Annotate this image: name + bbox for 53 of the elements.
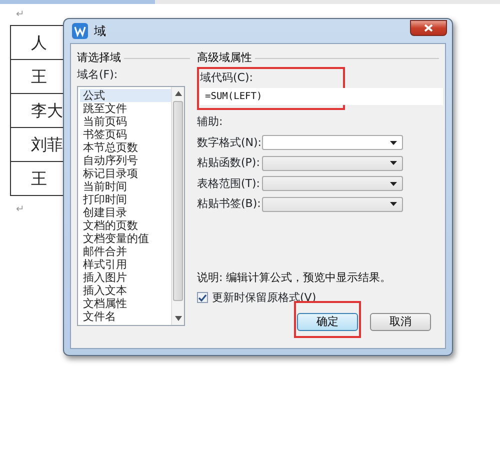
list-item[interactable]: 文档属性 <box>80 297 171 310</box>
table-cell-text: 刘菲 <box>31 134 63 156</box>
close-icon <box>424 24 433 32</box>
dialog-button[interactable]: 确定 <box>297 313 358 331</box>
list-item[interactable]: 书签页码 <box>80 128 171 141</box>
list-item[interactable]: 文件名 <box>80 310 171 323</box>
list-item[interactable]: 本节总页数 <box>80 141 171 154</box>
table-cell-text: 李大 <box>31 100 63 122</box>
caret-icon <box>390 161 397 166</box>
dialog-button[interactable]: 取消 <box>370 313 431 331</box>
list-item[interactable]: 打印时间 <box>80 193 171 206</box>
list-item[interactable]: 邮件合并 <box>80 245 171 258</box>
list-item[interactable]: 插入图片 <box>80 271 171 284</box>
group-title: 请选择域 <box>77 50 121 66</box>
scroll-thumb[interactable] <box>173 101 183 301</box>
field-label: 粘贴函数(P): <box>197 155 261 171</box>
list-item[interactable]: 跳至文件 <box>80 102 171 115</box>
list-item[interactable]: 插入文本 <box>80 284 171 297</box>
field-label: 表格范围(T): <box>197 176 262 192</box>
section-label: 辅助: <box>197 114 224 130</box>
code-field[interactable]: =SUM(LEFT) <box>200 88 443 105</box>
group-title: 高级域属性 <box>197 50 252 66</box>
table-cell-text: 王 <box>31 66 47 88</box>
caret-icon <box>390 140 397 145</box>
field-label: 数字格式(N): <box>197 134 262 150</box>
list-item[interactable]: 创建目录 <box>80 206 171 219</box>
list-item[interactable]: 公式 <box>80 89 171 102</box>
table-cell-text: 王 <box>31 168 47 190</box>
field-list[interactable]: 公式 跳至文件 当前页码 书签页码 本节总页数 自动序列号 标记目录项 当前时间 打印时间 创建目录 文档的页数 文档变量的值 邮件合并 样式引用 插入图片 插入文本 文档属性 文件名 <box>77 86 185 326</box>
list-item[interactable]: 文档变量的值 <box>80 232 171 245</box>
field-label: 粘贴书签(B): <box>197 196 262 212</box>
dropdown[interactable] <box>262 135 403 150</box>
list-item[interactable]: 当前页码 <box>80 115 171 128</box>
dialog-title: 域 <box>94 23 106 40</box>
description-text: 说明: 编辑计算公式，预览中显示结果。 <box>197 270 392 286</box>
close-button[interactable] <box>410 20 447 36</box>
paragraph-mark: ↵ <box>16 10 24 20</box>
scroll-up-icon[interactable] <box>175 91 182 96</box>
table-cell-text: 人 <box>31 32 47 54</box>
scroll-down-icon[interactable] <box>175 316 182 321</box>
caret-icon <box>390 202 397 206</box>
list-item[interactable]: 自动序列号 <box>80 154 171 167</box>
list-item[interactable]: 样式引用 <box>80 258 171 271</box>
scrollbar[interactable] <box>171 87 184 325</box>
list-item[interactable]: 当前时间 <box>80 180 171 193</box>
checkbox[interactable] <box>197 292 208 304</box>
paragraph-mark: ↵ <box>16 205 24 215</box>
field-label: 域名(F): <box>77 66 119 82</box>
field-label: 域代码(C): <box>200 70 254 86</box>
caret-icon <box>390 182 397 186</box>
list-item[interactable]: 标记目录项 <box>80 167 171 180</box>
list-item[interactable]: 文档的页数 <box>80 219 171 232</box>
app-icon <box>72 23 88 39</box>
